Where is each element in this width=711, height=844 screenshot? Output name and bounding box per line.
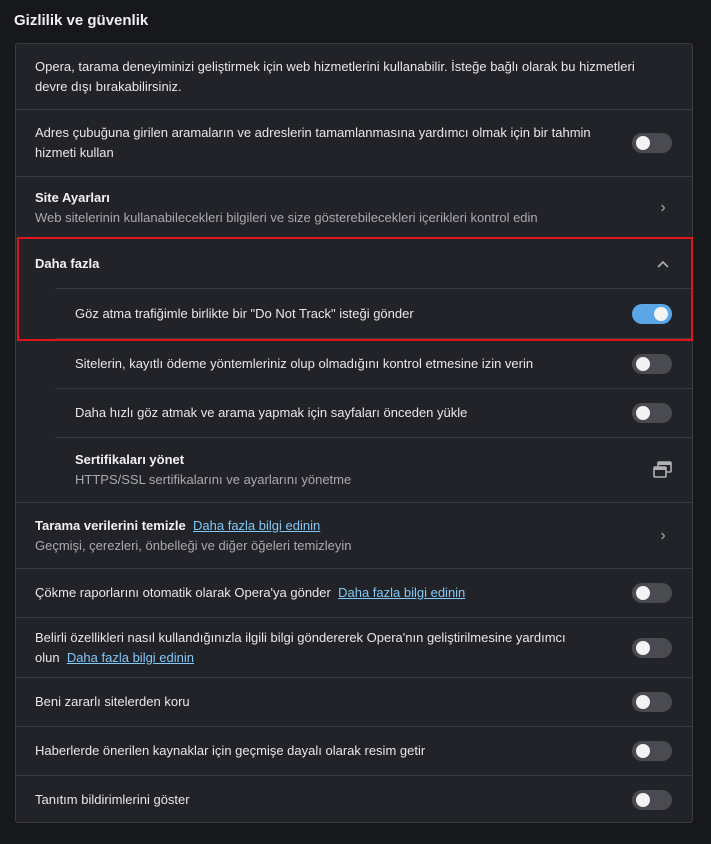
chevron-up-icon[interactable] (653, 254, 673, 274)
crash-reports-toggle[interactable] (632, 583, 672, 603)
crash-reports-row[interactable]: Çökme raporlarını otomatik olarak Opera'… (16, 568, 692, 617)
prediction-label: Adres çubuğuna girilen aramaların ve adr… (35, 125, 591, 160)
toggle-knob (636, 136, 650, 150)
usage-stats-toggle[interactable] (632, 637, 672, 658)
toggle-knob (654, 306, 668, 321)
preload-toggle[interactable] (632, 403, 672, 423)
do-not-track-row[interactable]: Göz atma trafiğimle birlikte bir "Do Not… (55, 288, 692, 338)
certificates-title: Sertifikaları yönet (75, 452, 185, 467)
promo-toggle[interactable] (632, 789, 672, 810)
intro-text: Opera, tarama deneyiminizi geliştirmek i… (35, 58, 635, 94)
certificates-row[interactable]: Sertifikaları yönet HTTPS/SSL sertifikal… (55, 437, 692, 502)
clear-data-link[interactable]: Daha fazla bilgi edinin (193, 518, 320, 533)
more-title: Daha fazla (35, 255, 100, 271)
intro-row: Opera, tarama deneyiminizi geliştirmek i… (16, 44, 692, 109)
news-images-label: Haberlerde önerilen kaynaklar için geçmi… (35, 743, 426, 758)
protect-row[interactable]: Beni zararlı sitelerden koru (16, 677, 692, 726)
crash-reports-label: Çökme raporlarını otomatik olarak Opera'… (35, 585, 331, 600)
more-section-header[interactable]: Daha fazla (16, 238, 692, 288)
toggle-knob (636, 640, 650, 655)
payment-methods-label: Sitelerin, kayıtlı ödeme yöntemleriniz o… (75, 355, 534, 371)
toggle-knob (636, 695, 650, 709)
promo-row[interactable]: Tanıtım bildirimlerini göster (16, 775, 692, 823)
prediction-toggle[interactable] (632, 133, 672, 153)
open-external-icon[interactable] (653, 461, 673, 479)
clear-data-desc: Geçmişi, çerezleri, önbelleği ve diğer ö… (35, 537, 352, 553)
promo-label: Tanıtım bildirimlerini göster (35, 791, 190, 807)
certificates-desc: HTTPS/SSL sertifikalarını ve ayarlarını … (75, 472, 352, 487)
payment-methods-toggle[interactable] (632, 353, 672, 374)
protect-label: Beni zararlı sitelerden koru (35, 694, 190, 709)
preload-row[interactable]: Daha hızlı göz atmak ve arama yapmak içi… (55, 388, 692, 437)
news-images-toggle[interactable] (632, 741, 672, 761)
chevron-right-icon: › (660, 198, 666, 216)
news-images-row[interactable]: Haberlerde önerilen kaynaklar için geçmi… (16, 726, 692, 775)
page-title: Gizlilik ve güvenlik (14, 12, 149, 29)
clear-data-row[interactable]: Tarama verilerini temizle Daha fazla bil… (16, 502, 692, 568)
site-settings-title: Site Ayarları (35, 189, 110, 205)
protect-toggle[interactable] (632, 692, 672, 712)
do-not-track-toggle[interactable] (632, 303, 672, 324)
site-settings-desc: Web sitelerinin kullanabilecekleri bilgi… (35, 209, 538, 225)
payment-methods-row[interactable]: Sitelerin, kayıtlı ödeme yöntemleriniz o… (55, 338, 692, 388)
preload-label: Daha hızlı göz atmak ve arama yapmak içi… (75, 405, 468, 420)
do-not-track-label: Göz atma trafiğimle birlikte bir "Do Not… (75, 305, 414, 321)
toggle-knob (636, 356, 650, 371)
toggle-knob (636, 744, 650, 758)
toggle-knob (636, 406, 650, 420)
toggle-knob (636, 792, 650, 807)
usage-stats-row[interactable]: Belirli özellikleri nasıl kullandığınızl… (16, 617, 692, 677)
clear-data-title: Tarama verilerini temizle (35, 517, 186, 533)
chevron-right-icon: › (660, 526, 666, 544)
prediction-row[interactable]: Adres çubuğuna girilen aramaların ve adr… (16, 109, 692, 176)
site-settings-row[interactable]: Site Ayarları Web sitelerinin kullanabil… (16, 176, 692, 238)
toggle-knob (636, 586, 650, 600)
usage-stats-link[interactable]: Daha fazla bilgi edinin (67, 650, 194, 665)
privacy-card: Opera, tarama deneyiminizi geliştirmek i… (15, 43, 693, 823)
crash-reports-link[interactable]: Daha fazla bilgi edinin (338, 585, 465, 600)
